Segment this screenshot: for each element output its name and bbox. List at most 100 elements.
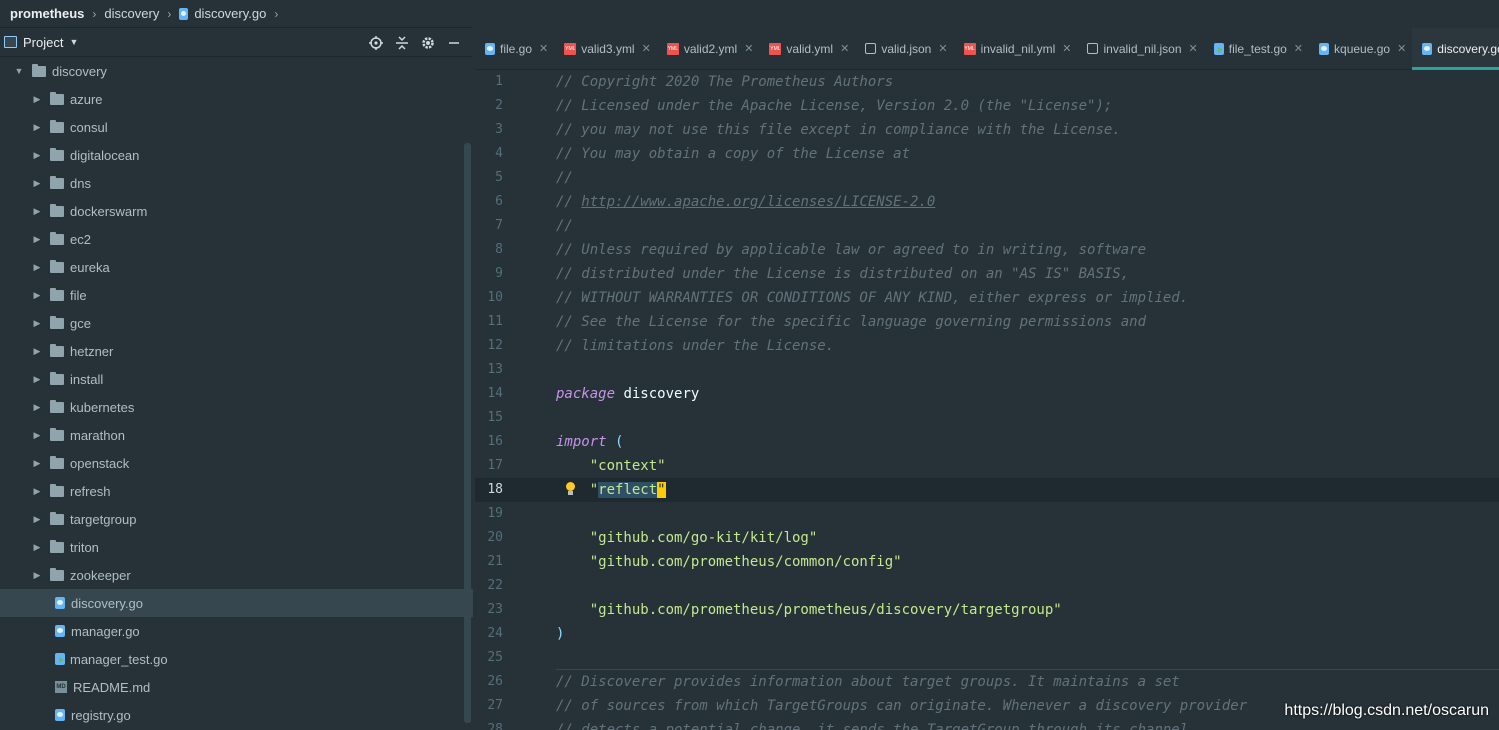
code-line[interactable]: 15	[475, 406, 1499, 430]
code-line[interactable]: 5 //	[475, 166, 1499, 190]
editor-tab[interactable]: file.go ✕	[475, 28, 554, 70]
chevron-right-icon[interactable]: ▶	[32, 290, 42, 301]
tree-folder[interactable]: ▶ dns	[0, 169, 473, 197]
tree-folder[interactable]: ▶ refresh	[0, 477, 473, 505]
tree-folder[interactable]: ▶ digitalocean	[0, 141, 473, 169]
breadcrumb-project[interactable]: prometheus	[10, 6, 84, 21]
chevron-right-icon[interactable]: ▶	[32, 374, 42, 385]
code-line[interactable]: 14 package discovery	[475, 382, 1499, 406]
code-line[interactable]: 25	[475, 646, 1499, 670]
tree-folder[interactable]: ▶ file	[0, 281, 473, 309]
tree-folder[interactable]: ▶ zookeeper	[0, 561, 473, 589]
tree-folder[interactable]: ▶ triton	[0, 533, 473, 561]
close-icon[interactable]: ✕	[1397, 42, 1406, 55]
chevron-right-icon[interactable]: ▶	[32, 486, 42, 497]
chevron-right-icon[interactable]: ▶	[32, 542, 42, 553]
close-icon[interactable]: ✕	[1294, 42, 1303, 55]
code-line[interactable]: 9 // distributed under the License is dis…	[475, 262, 1499, 286]
chevron-right-icon[interactable]: ▶	[32, 346, 42, 357]
code-line[interactable]: 2 // Licensed under the Apache License, V…	[475, 94, 1499, 118]
editor-tab[interactable]: YML valid.yml ✕	[759, 28, 855, 70]
code-line[interactable]: 24)	[475, 622, 1499, 646]
tree-folder[interactable]: ▶ openstack	[0, 449, 473, 477]
tree-file[interactable]: MD README.md	[0, 673, 473, 701]
code-line[interactable]: 21 "github.com/prometheus/common/config"	[475, 550, 1499, 574]
tree-folder[interactable]: ▶ dockerswarm	[0, 197, 473, 225]
tree-folder[interactable]: ▶ eureka	[0, 253, 473, 281]
chevron-right-icon[interactable]: ▶	[32, 318, 42, 329]
close-icon[interactable]: ✕	[642, 42, 651, 55]
tree-scrollbar[interactable]	[464, 143, 471, 723]
chevron-right-icon[interactable]: ▶	[32, 178, 42, 189]
code-line[interactable]: 13	[475, 358, 1499, 382]
tree-folder[interactable]: ▶ consul	[0, 113, 473, 141]
code-line[interactable]: 16 import (	[475, 430, 1499, 454]
code-line[interactable]: 12 // limitations under the License.	[475, 334, 1499, 358]
breadcrumb-folder[interactable]: discovery	[104, 6, 159, 21]
code-line[interactable]: 6 // http://www.apache.org/licenses/LICEN…	[475, 190, 1499, 214]
close-icon[interactable]: ✕	[539, 42, 548, 55]
code-line[interactable]: 17 "context"	[475, 454, 1499, 478]
code-line[interactable]: 23 "github.com/prometheus/prometheus/dis…	[475, 598, 1499, 622]
tree-folder[interactable]: ▶ install	[0, 365, 473, 393]
code-line[interactable]: 18 "reflect"	[475, 478, 1499, 502]
chevron-right-icon[interactable]: ▶	[32, 122, 42, 133]
code-line[interactable]: 3 // you may not use this file except in …	[475, 118, 1499, 142]
code-line[interactable]: 10 // WITHOUT WARRANTIES OR CONDITIONS OF…	[475, 286, 1499, 310]
tree-folder[interactable]: ▶ targetgroup	[0, 505, 473, 533]
breadcrumb-file[interactable]: discovery.go	[179, 6, 266, 21]
code-line[interactable]: 20 "github.com/go-kit/kit/log"	[475, 526, 1499, 550]
tree-folder[interactable]: ▶ gce	[0, 309, 473, 337]
chevron-right-icon[interactable]: ▶	[32, 570, 42, 581]
close-icon[interactable]: ✕	[1062, 42, 1071, 55]
tree-folder[interactable]: ▶ kubernetes	[0, 393, 473, 421]
editor-tab[interactable]: kqueue.go ✕	[1309, 28, 1412, 70]
close-icon[interactable]: ✕	[744, 42, 753, 55]
code-line[interactable]: 8 // Unless required by applicable law or…	[475, 238, 1499, 262]
editor-tab[interactable]: file_test.go ✕	[1204, 28, 1309, 70]
chevron-right-icon[interactable]: ▶	[32, 458, 42, 469]
locate-file-icon[interactable]	[363, 28, 389, 57]
editor-tab[interactable]: valid.json ✕	[855, 28, 953, 70]
code-editor[interactable]: 1 // Copyright 2020 The Prometheus Author…	[475, 70, 1499, 730]
code-line[interactable]: 7 //	[475, 214, 1499, 238]
code-line[interactable]: 11 // See the License for the specific la…	[475, 310, 1499, 334]
tree-folder[interactable]: ▶ azure	[0, 85, 473, 113]
chevron-right-icon[interactable]: ▶	[32, 234, 42, 245]
tree-folder[interactable]: ▶ marathon	[0, 421, 473, 449]
gear-icon[interactable]	[415, 28, 441, 57]
caret-down-icon[interactable]: ▼	[69, 37, 78, 47]
chevron-down-icon[interactable]: ▼	[14, 66, 24, 76]
tree-folder[interactable]: ▶ hetzner	[0, 337, 473, 365]
tree-file[interactable]: manager.go	[0, 617, 473, 645]
tree-folder[interactable]: ▼ discovery	[0, 57, 473, 85]
close-icon[interactable]: ✕	[840, 42, 849, 55]
chevron-right-icon[interactable]: ▶	[32, 150, 42, 161]
close-icon[interactable]: ✕	[1189, 42, 1198, 55]
chevron-right-icon[interactable]: ▶	[32, 430, 42, 441]
editor-tab[interactable]: invalid_nil.json ✕	[1077, 28, 1203, 70]
chevron-right-icon[interactable]: ▶	[32, 402, 42, 413]
close-icon[interactable]: ✕	[938, 42, 947, 55]
chevron-right-icon[interactable]: ▶	[32, 206, 42, 217]
tree-file[interactable]: manager_test.go	[0, 645, 473, 673]
tree-file[interactable]: discovery.go	[0, 589, 473, 617]
chevron-right-icon[interactable]: ▶	[32, 262, 42, 273]
tree-file[interactable]: registry.go	[0, 701, 473, 729]
minimize-icon[interactable]	[441, 28, 467, 57]
code-line[interactable]: 26 // Discoverer provides information abo…	[475, 670, 1499, 694]
code-line[interactable]: 4 // You may obtain a copy of the License…	[475, 142, 1499, 166]
chevron-right-icon[interactable]: ▶	[32, 94, 42, 105]
code-line[interactable]: 1 // Copyright 2020 The Prometheus Author…	[475, 70, 1499, 94]
project-view-selector[interactable]: Project	[23, 35, 63, 50]
code-link[interactable]: http://www.apache.org/licenses/LICENSE-2…	[581, 194, 935, 210]
editor-tab[interactable]: discovery.go✕	[1412, 27, 1499, 70]
tree-folder[interactable]: ▶ ec2	[0, 225, 473, 253]
chevron-right-icon[interactable]: ▶	[32, 514, 42, 525]
editor-tab[interactable]: YML valid2.yml ✕	[657, 28, 760, 70]
code-line[interactable]: 19	[475, 502, 1499, 526]
collapse-all-icon[interactable]	[389, 28, 415, 57]
code-line[interactable]: 22	[475, 574, 1499, 598]
editor-tab[interactable]: YML valid3.yml ✕	[554, 28, 657, 70]
editor-tab[interactable]: YML invalid_nil.yml ✕	[954, 28, 1078, 70]
